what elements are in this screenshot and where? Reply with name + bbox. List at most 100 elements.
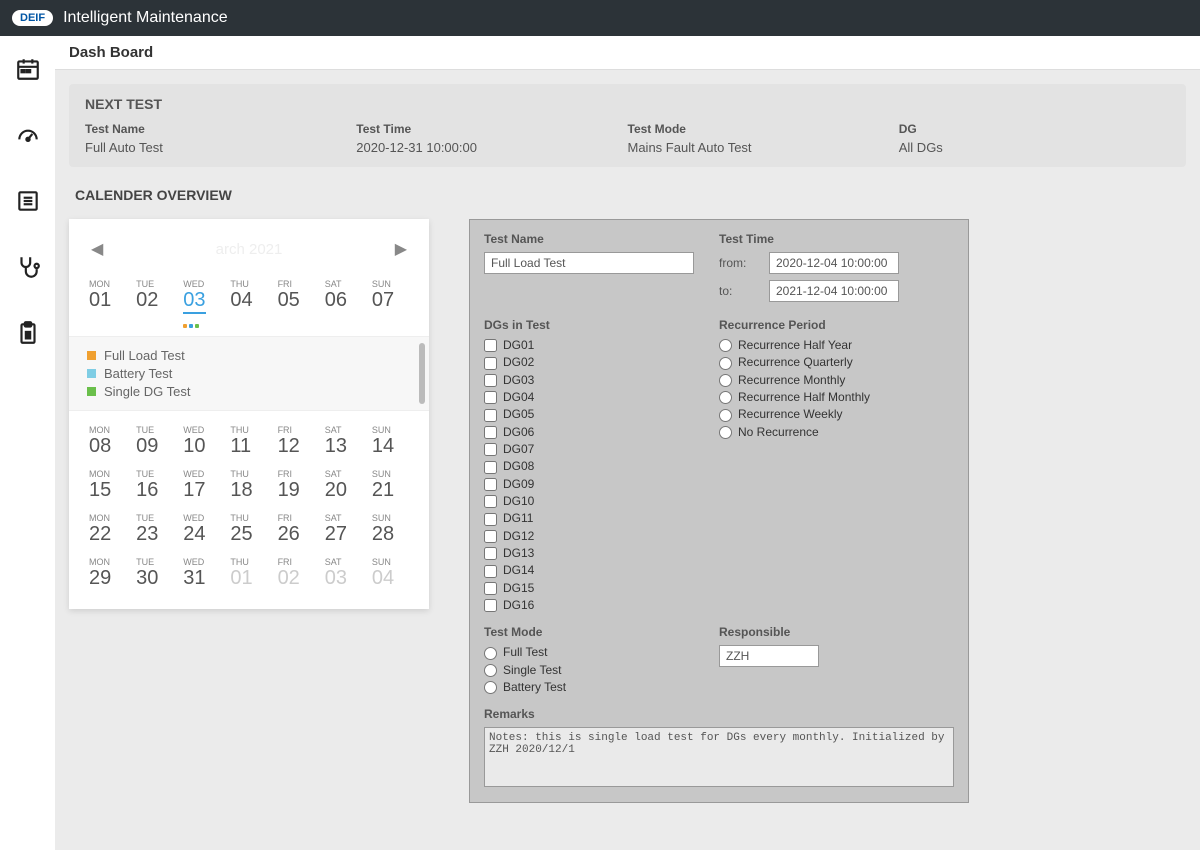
dg-checkbox[interactable]: DG02	[484, 355, 719, 369]
calendar-day[interactable]: MON08	[87, 421, 128, 465]
calendar-day[interactable]: FRI19	[276, 465, 317, 509]
mode-radio[interactable]: Single Test	[484, 663, 719, 677]
recur-radio[interactable]: Recurrence Monthly	[719, 373, 954, 387]
recur-radio[interactable]: Recurrence Quarterly	[719, 355, 954, 369]
calendar-day[interactable]: WED31	[181, 553, 222, 597]
legend-item[interactable]: Single DG Test	[87, 384, 411, 399]
test-form: Test Name Test Time from: to:	[469, 219, 969, 803]
calendar-day[interactable]: SAT20	[323, 465, 364, 509]
legend-scrollbar[interactable]	[419, 343, 425, 404]
calendar-day[interactable]: WED24	[181, 509, 222, 553]
calendar-day[interactable]: SAT13	[323, 421, 364, 465]
recur-radio[interactable]: Recurrence Weekly	[719, 407, 954, 421]
dg-checkbox[interactable]: DG04	[484, 390, 719, 404]
calendar-day[interactable]: WED10	[181, 421, 222, 465]
calendar-day[interactable]: FRI02	[276, 553, 317, 597]
calendar-day[interactable]: SUN21	[370, 465, 411, 509]
calendar-day[interactable]: MON01	[87, 275, 128, 326]
recur-radio[interactable]: Recurrence Half Year	[719, 338, 954, 352]
cal-next-icon[interactable]: ▶	[391, 235, 411, 263]
calendar-day[interactable]: SAT27	[323, 509, 364, 553]
calendar-day[interactable]: THU18	[228, 465, 269, 509]
form-mode-label: Test Mode	[484, 625, 719, 639]
calendar-day[interactable]: SUN14	[370, 421, 411, 465]
recur-radio[interactable]: No Recurrence	[719, 425, 954, 439]
calendar-day[interactable]: FRI12	[276, 421, 317, 465]
form-recur-label: Recurrence Period	[719, 318, 954, 332]
dg-checkbox[interactable]: DG03	[484, 373, 719, 387]
calendar-day[interactable]: TUE09	[134, 421, 175, 465]
recur-list: Recurrence Half Year Recurrence Quarterly…	[719, 338, 954, 439]
calendar-day[interactable]: SAT03	[323, 553, 364, 597]
dg-list: DG01 DG02 DG03 DG04 DG05 DG06 DG07 DG08 DG09 DG10…	[484, 338, 719, 612]
clipboard-icon[interactable]	[15, 320, 41, 346]
calendar-day[interactable]: THU01	[228, 553, 269, 597]
dg-checkbox[interactable]: DG08	[484, 459, 719, 473]
calendar-day[interactable]: SAT06	[323, 275, 364, 326]
nt-mode-value: Mains Fault Auto Test	[628, 140, 899, 155]
form-name-label: Test Name	[484, 232, 719, 246]
next-test-heading: NEXT TEST	[85, 96, 1170, 112]
legend-item[interactable]: Battery Test	[87, 366, 411, 381]
overview-heading: CALENDER OVERVIEW	[75, 187, 1186, 203]
form-name-input[interactable]	[484, 252, 694, 274]
calendar-day[interactable]: TUE30	[134, 553, 175, 597]
dg-checkbox[interactable]: DG13	[484, 546, 719, 560]
calendar-day[interactable]: TUE02	[134, 275, 175, 326]
topbar: DEIF Intelligent Maintenance	[0, 0, 1200, 36]
calendar-day[interactable]: MON29	[87, 553, 128, 597]
mode-list: Full Test Single Test Battery Test	[484, 645, 719, 694]
calendar-day[interactable]: FRI05	[276, 275, 317, 326]
calendar-day[interactable]: WED03	[181, 275, 222, 326]
nt-name-value: Full Auto Test	[85, 140, 356, 155]
nt-dg-value: All DGs	[899, 140, 1170, 155]
form-to-input[interactable]	[769, 280, 899, 302]
dg-checkbox[interactable]: DG10	[484, 494, 719, 508]
dg-checkbox[interactable]: DG05	[484, 407, 719, 421]
dg-checkbox[interactable]: DG14	[484, 563, 719, 577]
dg-checkbox[interactable]: DG11	[484, 511, 719, 525]
calendar-day[interactable]: THU11	[228, 421, 269, 465]
form-from-label: from:	[719, 256, 769, 270]
nt-name-label: Test Name	[85, 122, 356, 136]
cal-month: arch 2021	[216, 241, 283, 258]
calendar-day[interactable]: THU04	[228, 275, 269, 326]
mode-radio[interactable]: Full Test	[484, 645, 719, 659]
list-icon[interactable]	[15, 188, 41, 214]
dg-checkbox[interactable]: DG16	[484, 598, 719, 612]
dg-checkbox[interactable]: DG09	[484, 477, 719, 491]
next-test-panel: NEXT TEST Test Name Full Auto Test Test …	[69, 84, 1186, 167]
calendar-icon[interactable]	[15, 56, 41, 82]
page-title: Dash Board	[55, 36, 1200, 70]
calendar-day[interactable]: MON15	[87, 465, 128, 509]
dg-checkbox[interactable]: DG06	[484, 425, 719, 439]
form-dgs-label: DGs in Test	[484, 318, 719, 332]
cal-prev-icon[interactable]: ◀	[87, 235, 107, 263]
calendar-day[interactable]: SUN04	[370, 553, 411, 597]
dg-checkbox[interactable]: DG12	[484, 529, 719, 543]
form-remarks-label: Remarks	[484, 707, 954, 721]
stethoscope-icon[interactable]	[15, 254, 41, 280]
calendar-day[interactable]: SUN28	[370, 509, 411, 553]
form-to-label: to:	[719, 284, 769, 298]
calendar-day[interactable]: SUN07	[370, 275, 411, 326]
legend-item[interactable]: Full Load Test	[87, 348, 411, 363]
calendar-day[interactable]: WED17	[181, 465, 222, 509]
calendar-day[interactable]: TUE16	[134, 465, 175, 509]
form-resp-input[interactable]	[719, 645, 819, 667]
calendar-day[interactable]: MON22	[87, 509, 128, 553]
mode-radio[interactable]: Battery Test	[484, 680, 719, 694]
nt-time-label: Test Time	[356, 122, 627, 136]
gauge-icon[interactable]	[15, 122, 41, 148]
calendar-day[interactable]: FRI26	[276, 509, 317, 553]
form-resp-label: Responsible	[719, 625, 954, 639]
form-from-input[interactable]	[769, 252, 899, 274]
recur-radio[interactable]: Recurrence Half Monthly	[719, 390, 954, 404]
calendar-day[interactable]: TUE23	[134, 509, 175, 553]
nt-mode-label: Test Mode	[628, 122, 899, 136]
dg-checkbox[interactable]: DG07	[484, 442, 719, 456]
dg-checkbox[interactable]: DG15	[484, 581, 719, 595]
form-remarks-input[interactable]	[484, 727, 954, 787]
calendar-day[interactable]: THU25	[228, 509, 269, 553]
dg-checkbox[interactable]: DG01	[484, 338, 719, 352]
